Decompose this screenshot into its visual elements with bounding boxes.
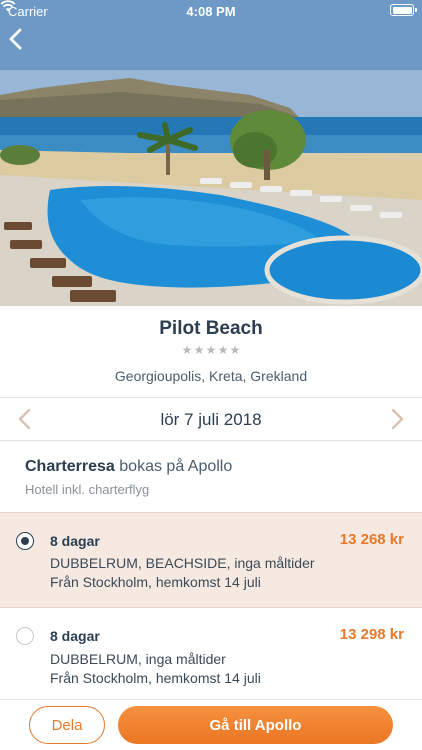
option-price: 13 298 kr <box>339 626 404 643</box>
selected-date: lör 7 juli 2018 <box>160 410 262 429</box>
trip-type-heading: Charterresa bokas på Apollo <box>25 458 232 476</box>
star-icon: ★ <box>181 343 193 357</box>
go-to-apollo-button[interactable]: Gå till Apollo <box>118 706 393 744</box>
star-icon: ★ <box>205 343 217 357</box>
option-duration: 8 dagar <box>50 628 100 644</box>
chevron-right-icon <box>391 408 404 430</box>
status-time: 4:08 PM <box>186 4 236 19</box>
option-room: DUBBELRUM, inga måltider <box>50 651 226 667</box>
star-icon: ★ <box>217 343 229 357</box>
trip-type-provider: bokas på Apollo <box>114 458 233 475</box>
option-route: Från Stockholm, hemkomst 14 juli <box>50 670 261 686</box>
radio-button[interactable] <box>16 627 34 645</box>
hotel-photo: Carrier 4:08 PM <box>0 0 422 306</box>
offer-option-2[interactable]: 8 dagar 13 298 kr DUBBELRUM, inga måltid… <box>0 609 422 705</box>
option-price: 13 268 kr <box>339 531 404 548</box>
chevron-left-icon <box>9 28 22 50</box>
star-rating: ★ ★ ★ ★ ★ <box>0 343 422 357</box>
footer-bar: Dela Gå till Apollo <box>0 699 422 750</box>
hotel-info: Pilot Beach ★ ★ ★ ★ ★ Georgioupolis, Kre… <box>0 306 422 396</box>
radio-button-selected[interactable] <box>16 532 34 550</box>
star-icon: ★ <box>229 343 241 357</box>
share-button[interactable]: Dela <box>29 706 105 744</box>
trip-type-section: Charterresa bokas på Apollo Hotell inkl.… <box>0 442 422 512</box>
date-selector: lör 7 juli 2018 <box>0 397 422 441</box>
hotel-photo-illustration <box>0 0 422 306</box>
option-duration: 8 dagar <box>50 533 100 549</box>
offer-option-1[interactable]: 8 dagar 13 268 kr DUBBELRUM, BEACHSIDE, … <box>0 512 422 608</box>
hotel-location: Georgioupolis, Kreta, Grekland <box>114 368 308 384</box>
star-icon: ★ <box>193 343 205 357</box>
status-bar: Carrier 4:08 PM <box>0 0 422 22</box>
trip-type-name: Charterresa <box>25 458 115 475</box>
hotel-name: Pilot Beach <box>159 318 263 339</box>
battery-icon <box>390 4 417 16</box>
back-button[interactable] <box>8 28 36 58</box>
option-route: Från Stockholm, hemkomst 14 juli <box>50 574 261 590</box>
option-room: DUBBELRUM, BEACHSIDE, inga måltider <box>50 555 315 571</box>
trip-type-subtitle: Hotell inkl. charterflyg <box>25 482 150 497</box>
next-date-button[interactable] <box>386 406 408 432</box>
